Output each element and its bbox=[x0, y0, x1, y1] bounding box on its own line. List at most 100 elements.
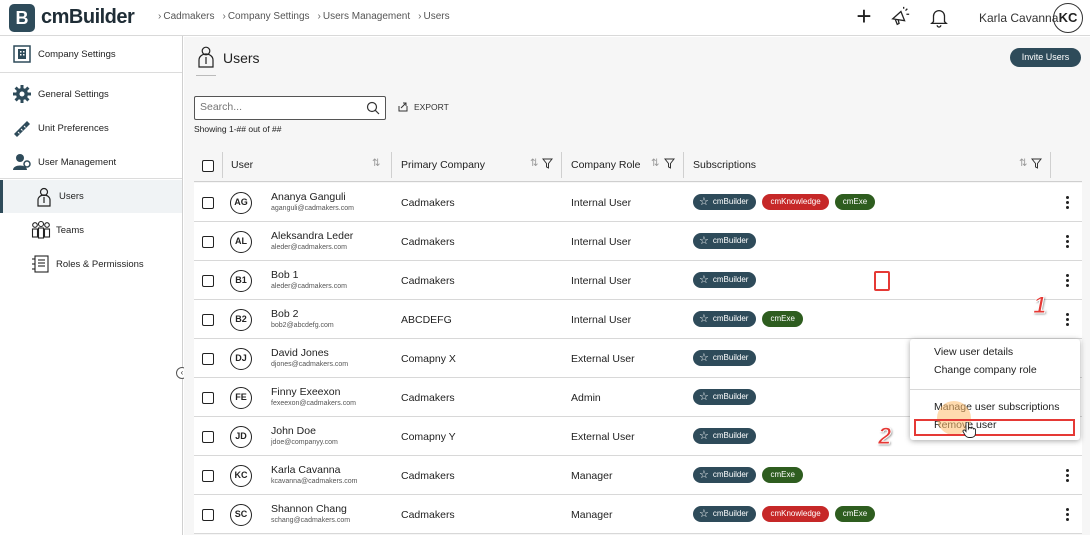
select-all-checkbox[interactable] bbox=[202, 160, 214, 172]
more-options-icon[interactable] bbox=[1064, 312, 1070, 328]
filter-icon[interactable] bbox=[664, 158, 675, 169]
sort-icon[interactable]: ⇅ bbox=[1019, 158, 1027, 169]
sidebar-item-roles-permissions[interactable]: Roles & Permissions bbox=[0, 248, 182, 280]
star-icon: ☆ bbox=[699, 196, 709, 208]
user-icon bbox=[37, 187, 51, 207]
row-checkbox[interactable] bbox=[202, 392, 214, 404]
search-field[interactable] bbox=[194, 96, 386, 120]
user-icon bbox=[198, 46, 214, 68]
row-checkbox[interactable] bbox=[202, 314, 214, 326]
table-header: User ⇅ Primary Company ⇅ Company Role ⇅ … bbox=[194, 148, 1082, 182]
primary-company: Cadmakers bbox=[401, 197, 455, 209]
column-header-company[interactable]: Primary Company bbox=[401, 159, 485, 171]
sidebar-item-label: Users bbox=[59, 191, 84, 202]
divider bbox=[0, 178, 182, 179]
row-checkbox[interactable] bbox=[202, 236, 214, 248]
row-checkbox[interactable] bbox=[202, 275, 214, 287]
step-number: 1 bbox=[1032, 292, 1047, 320]
avatar: AL bbox=[230, 231, 252, 253]
sidebar-item-user-management[interactable]: User Management bbox=[0, 146, 182, 178]
breadcrumb: › Cadmakers › Company Settings › Users Mana… bbox=[158, 11, 450, 22]
menu-item-change-company-role[interactable]: Change company role bbox=[934, 364, 1037, 376]
user-email: aganguli@cadmakers.com bbox=[271, 205, 354, 212]
bell-icon[interactable] bbox=[928, 6, 950, 28]
user-email: schang@cadmakers.com bbox=[271, 517, 351, 524]
subscriptions: ☆ cmBuilder bbox=[693, 428, 757, 444]
user-name: Aleksandra Leder bbox=[271, 230, 354, 242]
megaphone-icon[interactable] bbox=[889, 6, 911, 28]
breadcrumb-item[interactable]: › Cadmakers bbox=[158, 11, 214, 22]
sort-icon[interactable]: ⇅ bbox=[530, 158, 538, 169]
user-email: djones@cadmakers.com bbox=[271, 361, 349, 368]
sidebar-item-general-settings[interactable]: General Settings bbox=[0, 78, 182, 110]
user-name: Ananya Ganguli bbox=[271, 191, 346, 203]
divider bbox=[561, 152, 562, 178]
export-button[interactable]: EXPORT bbox=[398, 102, 449, 112]
roles-icon bbox=[32, 255, 49, 273]
sidebar-item-users[interactable]: Users bbox=[0, 180, 182, 213]
step-number: 2 bbox=[877, 423, 892, 451]
subscription-badge-cmexe: cmExe bbox=[834, 506, 876, 522]
more-options-icon[interactable] bbox=[1064, 507, 1070, 523]
subscription-badge-cmbuilder: ☆ cmBuilder bbox=[693, 194, 757, 210]
filter-icon[interactable] bbox=[542, 158, 553, 169]
divider bbox=[1050, 152, 1051, 178]
column-header-user[interactable]: User bbox=[231, 159, 253, 171]
menu-item-view-user-details[interactable]: View user details bbox=[934, 346, 1013, 358]
row-checkbox[interactable] bbox=[202, 353, 214, 365]
avatar: B1 bbox=[230, 270, 252, 292]
breadcrumb-item[interactable]: › Company Settings bbox=[222, 11, 309, 22]
table-row[interactable]: B2 Bob 2 bob2@abcdefg.com ABCDEFG Intern… bbox=[194, 300, 1082, 339]
plus-icon[interactable]: + bbox=[853, 3, 875, 29]
avatar: SC bbox=[230, 504, 252, 526]
star-icon: ☆ bbox=[699, 274, 709, 286]
column-header-role[interactable]: Company Role bbox=[571, 159, 640, 171]
row-checkbox[interactable] bbox=[202, 197, 214, 209]
logo-text[interactable]: cmBuilder bbox=[41, 6, 135, 29]
table-row[interactable]: SC Shannon Chang schang@cadmakers.com Ca… bbox=[194, 495, 1082, 534]
logo-icon[interactable]: B bbox=[9, 4, 35, 32]
company-role: External User bbox=[571, 353, 635, 365]
team-icon bbox=[31, 220, 51, 239]
primary-company: ABCDEFG bbox=[401, 314, 452, 326]
more-options-icon[interactable] bbox=[1064, 234, 1070, 250]
sidebar-item-teams[interactable]: Teams bbox=[0, 214, 182, 246]
table-row[interactable]: B1 Bob 1 aleder@cadmakers.com Cadmakers … bbox=[194, 261, 1082, 300]
main-content: Users Invite Users EXPORT Showing 1-## o… bbox=[184, 37, 1090, 535]
table-row[interactable]: AL Aleksandra Leder aleder@cadmakers.com… bbox=[194, 222, 1082, 261]
sidebar-item-company-settings[interactable]: Company Settings bbox=[0, 38, 182, 70]
table-row[interactable]: AG Ananya Ganguli aganguli@cadmakers.com… bbox=[194, 183, 1082, 222]
subscriptions: ☆ cmBuilder bbox=[693, 233, 757, 249]
search-icon[interactable] bbox=[366, 101, 380, 115]
table-row[interactable]: KC Karla Cavanna kcavanna@cadmakers.com … bbox=[194, 456, 1082, 495]
row-checkbox[interactable] bbox=[202, 509, 214, 521]
user-name[interactable]: Karla Cavanna bbox=[979, 11, 1058, 25]
more-options-icon[interactable] bbox=[1064, 273, 1070, 289]
subscription-badge-cmexe: cmExe bbox=[762, 311, 803, 327]
user-email: bob2@abcdefg.com bbox=[271, 322, 334, 329]
more-options-icon[interactable] bbox=[1064, 195, 1070, 211]
sidebar-item-unit-preferences[interactable]: Unit Preferences bbox=[0, 112, 182, 144]
subscription-badge-cmbuilder: ☆ cmBuilder bbox=[693, 467, 757, 483]
sidebar-item-label: General Settings bbox=[38, 88, 109, 100]
search-input[interactable] bbox=[200, 101, 360, 113]
avatar[interactable]: KC bbox=[1053, 3, 1083, 33]
breadcrumb-item[interactable]: › Users Management bbox=[318, 11, 411, 22]
row-checkbox[interactable] bbox=[202, 470, 214, 482]
sort-icon[interactable]: ⇅ bbox=[651, 158, 659, 169]
divider bbox=[910, 389, 1080, 390]
subscriptions: ☆ cmBuilder bbox=[693, 350, 757, 366]
more-options-icon[interactable] bbox=[1064, 468, 1070, 484]
subscription-badge-cmbuilder: ☆ cmBuilder bbox=[693, 428, 757, 444]
highlight-box bbox=[914, 419, 1075, 436]
company-role: Manager bbox=[571, 470, 613, 482]
column-header-subscriptions[interactable]: Subscriptions bbox=[693, 159, 756, 171]
filter-icon[interactable] bbox=[1031, 158, 1042, 169]
primary-company: Cadmakers bbox=[401, 275, 455, 287]
avatar: AG bbox=[230, 192, 252, 214]
invite-users-button[interactable]: Invite Users bbox=[1010, 48, 1081, 67]
primary-company: Comapny Y bbox=[401, 431, 456, 443]
row-checkbox[interactable] bbox=[202, 431, 214, 443]
sort-icon[interactable]: ⇅ bbox=[372, 158, 380, 169]
hand-cursor-icon bbox=[962, 422, 976, 438]
